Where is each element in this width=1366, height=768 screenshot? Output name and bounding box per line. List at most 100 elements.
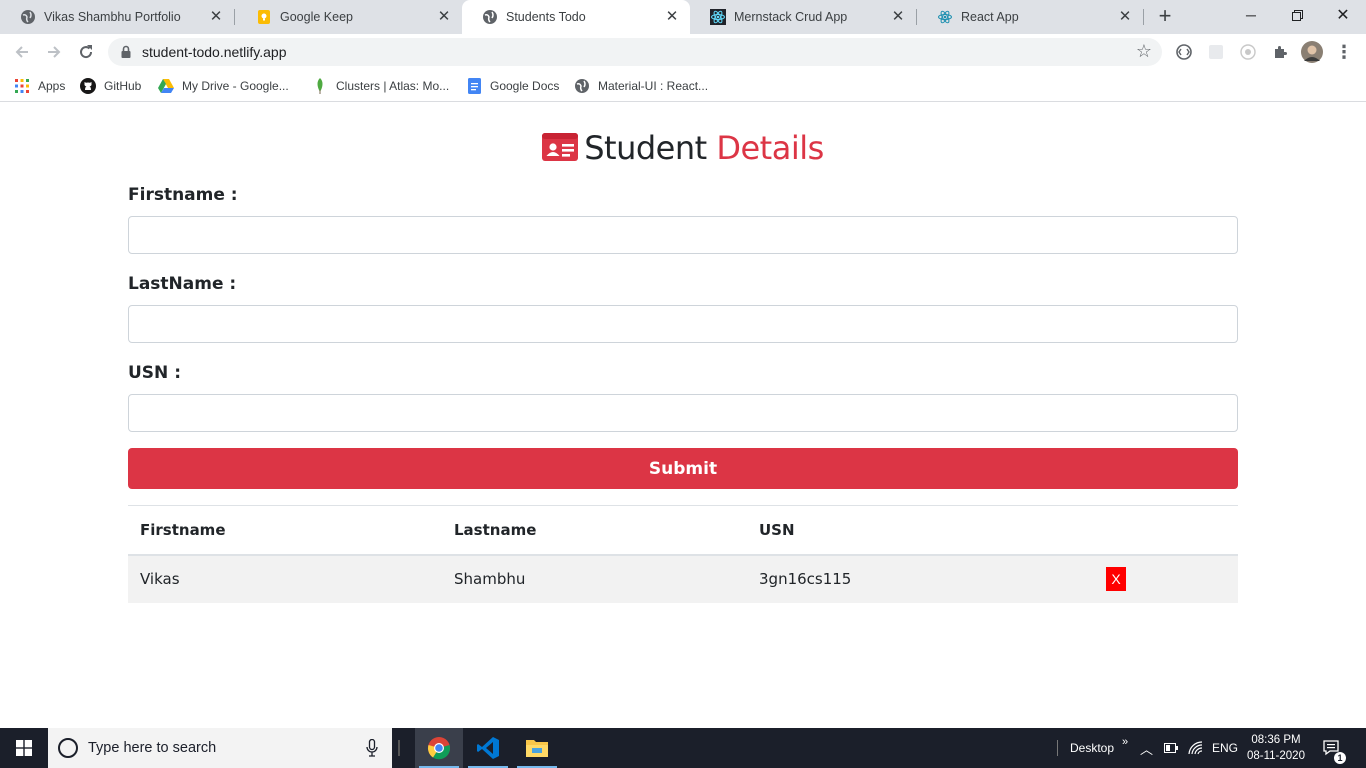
address-bar[interactable]: student-todo.netlify.app ☆ (108, 38, 1162, 66)
clock-date: 08-11-2020 (1247, 750, 1305, 762)
new-tab-button[interactable]: + (1153, 5, 1177, 29)
submit-button[interactable]: Submit (128, 448, 1238, 489)
students-table: Firstname Lastname USN Vikas Shambhu 3gn… (128, 505, 1238, 603)
tab-title: Google Keep (280, 10, 353, 24)
table-row: Vikas Shambhu 3gn16cs115 X (128, 554, 1238, 603)
bookmark-star-icon[interactable]: ☆ (1136, 41, 1152, 62)
title-part-details: Details (716, 129, 824, 167)
desktop-toolbar[interactable]: Desktop » (1070, 728, 1128, 768)
column-header-firstname: Firstname (128, 505, 442, 556)
taskbar-search-placeholder: Type here to search (88, 740, 217, 756)
start-button[interactable] (0, 728, 48, 768)
lastname-label: LastName : (128, 274, 237, 294)
id-card-icon (542, 131, 579, 169)
lastname-input[interactable] (128, 305, 1238, 343)
tab-students-todo[interactable]: Students Todo ✕ (462, 0, 690, 34)
bookmark-label: Google Docs (490, 79, 560, 93)
tab-title: React App (961, 10, 1019, 24)
taskbar-search-box[interactable]: Type here to search (48, 728, 392, 768)
tab-portfolio[interactable]: Vikas Shambhu Portfolio ✕ (0, 0, 234, 34)
browser-toolbar: student-todo.netlify.app ☆ ⋮ (0, 34, 1366, 70)
tab-title: Mernstack Crud App (734, 10, 848, 24)
extension-icon[interactable] (1239, 43, 1257, 61)
firstname-label: Firstname : (128, 185, 238, 205)
folder-icon (526, 740, 548, 757)
close-tab-icon[interactable]: ✕ (890, 9, 906, 25)
tab-react-app[interactable]: React App ✕ (917, 0, 1143, 34)
notification-count-badge: 1 (1334, 752, 1346, 764)
minimize-button[interactable]: ─ (1228, 0, 1274, 30)
bookmark-my-drive[interactable]: My Drive - Google... (158, 77, 289, 95)
bookmark-label: Material-UI : React... (598, 79, 709, 93)
back-button[interactable] (10, 40, 34, 64)
bookmark-label: GitHub (104, 79, 142, 93)
restore-button[interactable] (1274, 0, 1320, 30)
close-tab-icon[interactable]: ✕ (1117, 9, 1133, 25)
bookmark-atlas-clusters[interactable]: Clusters | Atlas: Mo... (312, 77, 449, 95)
chrome-icon (427, 737, 451, 760)
notification-center-button[interactable]: 1 (1322, 728, 1346, 768)
github-icon (80, 78, 96, 94)
page-content: Student Details Firstname : LastName : U… (0, 103, 1366, 728)
close-tab-icon[interactable]: ✕ (664, 9, 680, 25)
chevron-right-double-icon: » (1122, 736, 1129, 748)
globe-icon (20, 9, 36, 25)
taskbar-chrome[interactable] (415, 728, 463, 768)
reload-icon (80, 45, 93, 59)
google-docs-icon (466, 78, 482, 94)
language-indicator[interactable]: ENG (1212, 728, 1238, 768)
bookmark-github[interactable]: GitHub (80, 77, 141, 95)
wifi-icon[interactable] (1188, 728, 1204, 768)
menu-kebab-icon[interactable]: ⋮ (1335, 42, 1353, 62)
lock-icon (121, 45, 131, 58)
forward-button[interactable] (42, 40, 66, 64)
table-header-row: Firstname Lastname USN (128, 505, 1238, 556)
column-header-lastname: Lastname (442, 505, 747, 556)
clock-time: 08:36 PM (1251, 734, 1301, 746)
usn-input[interactable] (128, 394, 1238, 432)
firstname-input[interactable] (128, 216, 1238, 254)
google-keep-icon (256, 9, 272, 25)
battery-icon[interactable] (1164, 728, 1178, 768)
windows-logo-icon (16, 740, 32, 756)
extension-icon[interactable] (1207, 43, 1225, 61)
tab-mernstack-crud[interactable]: Mernstack Crud App ✕ (690, 0, 916, 34)
google-drive-icon (158, 78, 174, 94)
column-header-actions (1086, 505, 1238, 556)
reload-button[interactable] (74, 40, 98, 64)
url-text: student-todo.netlify.app (142, 44, 287, 60)
bookmark-google-docs[interactable]: Google Docs (466, 77, 559, 95)
vscode-icon (477, 737, 499, 759)
globe-icon (482, 9, 498, 25)
bookmark-label: Clusters | Atlas: Mo... (336, 79, 450, 93)
back-arrow-icon (15, 46, 28, 58)
react-icon (937, 9, 953, 25)
bookmark-apps[interactable]: Apps (14, 77, 65, 95)
cell-actions: X (1086, 554, 1238, 603)
close-tab-icon[interactable]: ✕ (208, 9, 224, 25)
tab-strip: Vikas Shambhu Portfolio ✕ Google Keep ✕ … (0, 0, 1366, 34)
taskbar-divider (1057, 740, 1058, 756)
tab-google-keep[interactable]: Google Keep ✕ (236, 0, 462, 34)
bookmark-material-ui[interactable]: Material-UI : React... (574, 77, 708, 95)
tab-separator (1143, 9, 1144, 25)
bookmark-label: Apps (38, 79, 66, 93)
system-clock[interactable]: 08:36 PM 08-11-2020 (1244, 732, 1308, 764)
chevron-up-icon[interactable]: ︿ (1140, 728, 1153, 768)
avatar[interactable] (1301, 41, 1323, 63)
microphone-icon[interactable] (366, 739, 378, 757)
taskbar-vscode[interactable] (464, 728, 512, 768)
globe-icon (574, 78, 590, 94)
close-tab-icon[interactable]: ✕ (436, 9, 452, 25)
puzzle-icon[interactable] (1271, 43, 1289, 61)
taskbar-file-explorer[interactable] (513, 728, 561, 768)
close-window-button[interactable]: ✕ (1320, 0, 1366, 30)
cell-usn: 3gn16cs115 (747, 554, 1086, 603)
cell-lastname: Shambhu (442, 554, 747, 603)
extension-icon[interactable] (1175, 43, 1193, 61)
cortana-circle-icon (58, 738, 78, 758)
windows-taskbar: Type here to search Desktop » ︿ ENG 08:3… (0, 728, 1366, 768)
restore-icon (1291, 9, 1303, 21)
tab-separator (234, 9, 235, 25)
delete-row-button[interactable]: X (1106, 567, 1126, 591)
